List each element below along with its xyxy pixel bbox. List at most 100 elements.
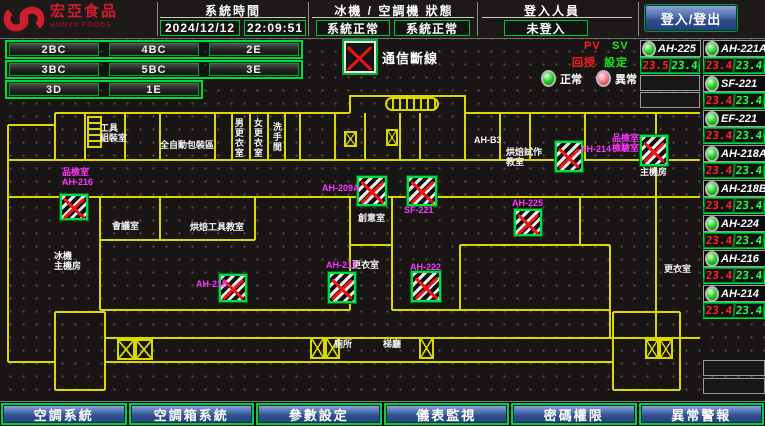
stair-icon (310, 337, 325, 359)
comm-loss-label: 通信斷線 (382, 48, 438, 67)
ahu-disconnected-icon[interactable] (357, 176, 387, 206)
unit-name-label: AH-218A (721, 148, 765, 160)
nav-button-密碼權限[interactable]: 密碼權限 (513, 405, 635, 423)
zone-button-4BC[interactable]: 4BC (109, 43, 199, 56)
header-divider (157, 2, 158, 36)
nav-button-空調系統[interactable]: 空調系統 (3, 405, 125, 423)
ahu-label-AH-218: AH-218 (196, 280, 227, 290)
unit-AH-225-button[interactable]: AH-225 (640, 40, 701, 57)
unit-AH-218B-pv: 23.4 (703, 198, 735, 213)
ahu-disconnected-icon[interactable] (60, 194, 88, 220)
comm-loss-icon (344, 41, 376, 73)
unit-AH-218A-button[interactable]: AH-218A (703, 145, 765, 162)
status-led-icon (642, 41, 656, 57)
nav-button-空調箱系統[interactable]: 空調箱系統 (131, 405, 253, 423)
ahu-disconnected-icon[interactable] (640, 135, 668, 166)
unit-name-label: AH-216 (721, 253, 759, 265)
room-label-男更衣室: 男更衣室 (233, 118, 243, 158)
unit-AH-216-button[interactable]: AH-216 (703, 250, 765, 267)
ahu-label-AH-212: AH-212 (326, 261, 357, 271)
room-label-工具組裝室: 工具組裝室 (100, 124, 127, 144)
rule (482, 17, 632, 18)
empty-slot (640, 75, 700, 91)
header-divider (638, 2, 639, 36)
logo-icon (2, 4, 46, 34)
status-led-icon (705, 111, 719, 127)
system-time-label: 系統時間 (168, 2, 298, 16)
nav-frame: 參數設定 (256, 403, 382, 425)
nav-button-儀表監視[interactable]: 儀表監視 (386, 405, 508, 423)
header-divider (308, 2, 309, 36)
status-led-icon (705, 76, 719, 92)
room-label-廁所: 廁所 (334, 340, 352, 350)
bottom-nav-bar: 空調系統空調箱系統參數設定儀表監視密碼權限異常警報 (0, 401, 765, 426)
zone-button-3E[interactable]: 3E (209, 63, 299, 76)
unit-AH-224-pv: 23.4 (703, 233, 735, 248)
status-led-icon (705, 181, 719, 197)
zone-button-2BC[interactable]: 2BC (9, 43, 99, 56)
room-label-更衣室: 更衣室 (664, 265, 691, 275)
room-label-女更衣室: 女更衣室 (252, 118, 262, 158)
sv-cn-label: 設定 (604, 54, 628, 70)
brand-text: 宏亞食品 HUNYA FOODS (50, 5, 118, 33)
unit-AH-221A-pv: 23.4 (703, 58, 735, 73)
ahu-disconnected-icon[interactable] (411, 271, 441, 302)
ahu-disconnected-icon[interactable] (555, 141, 583, 172)
nav-frame: 異常警報 (639, 403, 765, 425)
header-divider (477, 2, 478, 36)
ahu-disconnected-icon[interactable] (407, 176, 437, 206)
ahu-label-SF-221: SF-221 (404, 206, 434, 216)
status-led-icon (705, 41, 719, 57)
room-label-烘焙工具教室: 烘焙工具教室 (190, 223, 244, 233)
status-led-icon (705, 251, 719, 267)
stair-icon (645, 339, 659, 359)
ahu-disconnected-icon[interactable] (514, 209, 542, 236)
empty-slot (703, 360, 765, 376)
zone-button-5BC[interactable]: 5BC (109, 63, 199, 76)
empty-slot (703, 378, 765, 394)
zone-button-3BC[interactable]: 3BC (9, 63, 99, 76)
unit-name-label: AH-224 (721, 218, 759, 230)
unit-name-label: AH-218B (721, 183, 765, 195)
brand-en: HUNYA FOODS (50, 19, 118, 33)
room-label-洗手間: 洗手間 (271, 122, 281, 152)
ahu-label-AH-225: AH-225 (512, 199, 543, 209)
abnormal-legend-label: 異常 (615, 71, 637, 87)
unit-EF-221-pv: 23.4 (703, 128, 735, 143)
nav-frame: 空調箱系統 (129, 403, 255, 425)
login-logout-button[interactable]: 登入/登出 (645, 5, 737, 31)
stair-icon (385, 97, 439, 111)
unit-SF-221-button[interactable]: SF-221 (703, 75, 765, 92)
brand-cn: 宏亞食品 (50, 3, 118, 20)
pv-label: PV (584, 40, 601, 52)
nav-button-參數設定[interactable]: 參數設定 (258, 405, 380, 423)
unit-AH-221A-button[interactable]: AH-221A (703, 40, 765, 57)
unit-name-label: AH-221A (721, 43, 765, 55)
ahu-label-品檢室檢驗室: 品檢室檢驗室 (612, 134, 639, 154)
unit-AH-214-sv: 23.4 (733, 303, 765, 318)
nav-button-異常警報[interactable]: 異常警報 (641, 405, 763, 423)
unit-AH-218A-values: 23.423.4 (703, 162, 765, 179)
zone-row: 2BC 4BC 2E (5, 40, 303, 59)
unit-name-label: EF-221 (721, 113, 757, 125)
room-label-創意室: 創意室 (358, 214, 385, 224)
zone-button-2E[interactable]: 2E (209, 43, 299, 56)
unit-AH-225-sv: 23.4 (669, 58, 700, 73)
ahu-disconnected-icon[interactable] (328, 272, 356, 303)
zone-row: 3BC 5BC 3E (5, 60, 303, 79)
unit-SF-221-values: 23.423.4 (703, 92, 765, 109)
unit-SF-221-pv: 23.4 (703, 93, 735, 108)
unit-EF-221-values: 23.423.4 (703, 127, 765, 144)
machine-status-label: 冰機 / 空調機 狀態 (318, 2, 470, 16)
unit-AH-214-button[interactable]: AH-214 (703, 285, 765, 302)
unit-AH-224-button[interactable]: AH-224 (703, 215, 765, 232)
unit-EF-221-button[interactable]: EF-221 (703, 110, 765, 127)
unit-name-label: AH-214 (721, 288, 759, 300)
ahu-label-AH-222: AH-222 (410, 263, 441, 273)
unit-AH-218B-button[interactable]: AH-218B (703, 180, 765, 197)
system-date-value: 2024/12/12 (160, 20, 240, 36)
unit-AH-221A-values: 23.423.4 (703, 57, 765, 74)
status-led-icon (705, 216, 719, 232)
pv-cn-label: 回授 (572, 54, 596, 70)
unit-AH-218B-sv: 23.4 (733, 198, 765, 213)
